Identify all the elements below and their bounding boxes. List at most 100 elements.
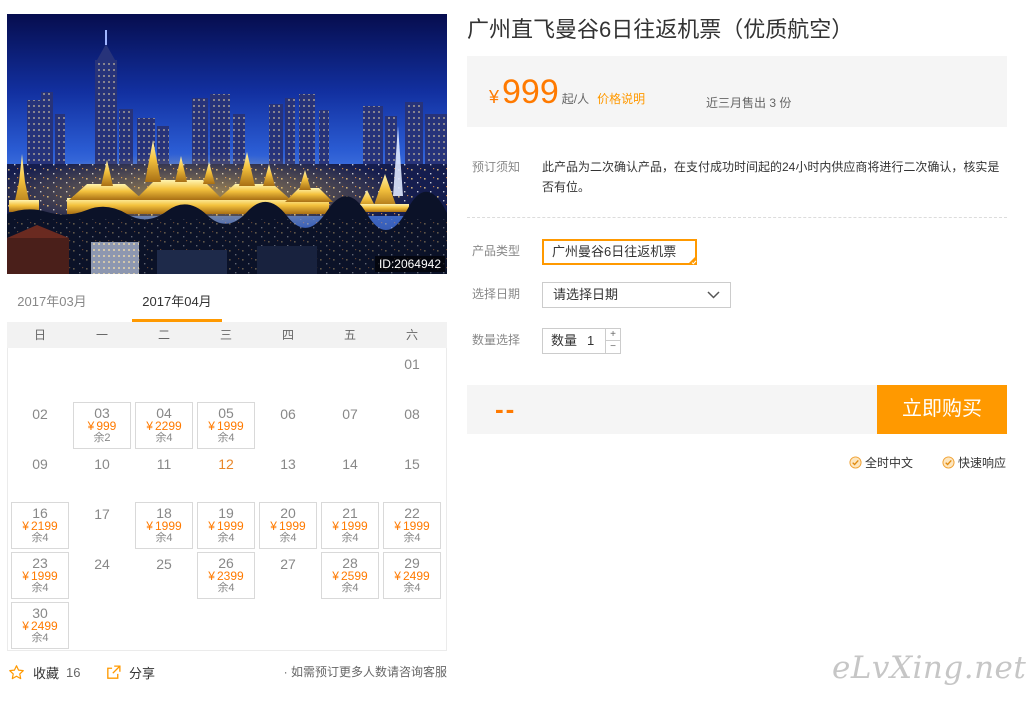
quantity-stepper[interactable]: 数量 1 + − [542,328,621,354]
month-tab[interactable]: 2017年04月 [132,290,222,322]
guarantee-label: 快速响应 [958,455,1007,470]
weekday-label: 三 [219,328,232,342]
photo-id-label: ID:2064942 [374,256,445,272]
product-type-option[interactable]: 广州曼谷6日往返机票 [542,239,697,265]
calendar-price-currency: ¥ [22,619,29,633]
calendar-day-stock: 余4 [341,532,359,544]
calendar-day-cell: 07 [319,400,381,450]
calendar-day-cell[interactable]: 21 ¥1999 余4 [321,502,379,549]
calendar-day-cell: 27 [257,550,319,600]
price-panel: ¥ 999 起/人 价格说明 近三月售出 3 份 [467,56,1007,127]
price-explain-link[interactable]: 价格说明 [597,90,645,107]
calendar-day-cell: 15 [381,450,443,500]
calendar-day-cell[interactable]: 28 ¥2599 余4 [321,552,379,599]
calendar-weekday-header: 日一二三四五六 [7,322,447,348]
calendar-day-stock: 余4 [341,582,359,594]
quantity-decrement-button[interactable]: − [606,341,620,353]
calendar-price-currency: ¥ [208,569,215,583]
price-unit: 起/人 [561,92,590,106]
calendar-empty-cell [381,600,443,650]
calendar-day-cell[interactable]: 20 ¥1999 余4 [259,502,317,549]
star-icon [8,664,25,681]
calendar-day-number: 28 [342,555,358,571]
calendar-day-number: 01 [404,356,420,372]
notice-text: 此产品为二次确认产品，在支付成功时间起的24小时内供应商将进行二次确认，核实是否… [542,160,1000,194]
calendar-day-price: ¥2399 [198,570,254,582]
calendar-day-number: 22 [404,505,420,521]
calendar-day-number: 20 [280,505,296,521]
calendar-day-number: 26 [218,555,234,571]
favorite-button[interactable]: 收藏 16 [8,662,80,682]
section-divider [467,217,1007,218]
calendar-price-currency: ¥ [208,519,215,533]
favorite-label: 收藏 [33,665,60,681]
calendar-day-cell: 13 [257,450,319,500]
calendar-day-cell[interactable]: 18 ¥1999 余4 [135,502,193,549]
calendar-grid: 01 02 03 ¥999 余2 04 ¥2299 余4 05 ¥1999 余4 06 07 08 09 10… [7,348,447,651]
calendar-day-cell: 01 [381,350,443,400]
check-circle-icon [942,455,955,469]
total-price: -- [495,394,517,424]
calendar-day-stock: 余4 [403,532,421,544]
calendar-day-stock: 余4 [217,432,235,444]
price-amount: 999 [502,73,559,111]
calendar-empty-cell [257,350,319,400]
calendar-day-cell[interactable]: 22 ¥1999 余4 [383,502,441,549]
calendar-price-amount: 1999 [216,519,244,533]
calendar-day-number: 27 [280,556,296,572]
calendar-day-stock: 余4 [31,582,49,594]
calendar-day-cell[interactable]: 19 ¥1999 余4 [197,502,255,549]
calendar-day-price: ¥2199 [12,520,68,532]
quantity-value[interactable]: 1 [587,329,594,353]
calendar-day-number: 29 [404,555,420,571]
calendar-day-cell[interactable]: 23 ¥1999 余4 [11,552,69,599]
calendar-empty-cell [133,350,195,400]
calendar-day-number: 17 [94,506,110,522]
share-label: 分享 [129,665,156,681]
month-tab[interactable]: 2017年03月 [7,290,97,322]
calendar-empty-cell [257,600,319,650]
quantity-increment-button[interactable]: + [606,329,620,341]
guarantee-item: 快速响应 [942,453,1006,471]
calendar-day-cell[interactable]: 03 ¥999 余2 [73,402,131,449]
calendar-price-currency: ¥ [146,519,153,533]
product-type-label: 产品类型 [472,244,521,258]
calendar-day-number: 30 [32,605,48,621]
calendar-day-price: ¥1999 [136,520,192,532]
buy-now-button[interactable]: 立即购买 [877,385,1007,434]
calendar-price-amount: 1999 [402,519,430,533]
weekday-label: 五 [343,328,356,342]
calendar-day-cell[interactable]: 04 ¥2299 余4 [135,402,193,449]
group-booking-note: · 如需预订更多人数请咨询客服 [283,665,447,679]
calendar-day-price: ¥1999 [384,520,440,532]
calendar-day-cell[interactable]: 26 ¥2399 余4 [197,552,255,599]
calendar-day-cell[interactable]: 30 ¥2499 余4 [11,602,69,649]
guarantee-label: 全时中文 [865,455,914,470]
chevron-down-icon [707,291,720,299]
calendar-day-price: ¥1999 [198,420,254,432]
price-currency: ¥ [489,87,500,107]
calendar-day-cell: 08 [381,400,443,450]
product-title: 广州直飞曼谷6日往返机票（优质航空） [467,17,854,42]
calendar-day-price: ¥999 [74,420,130,432]
calendar-day-price: ¥2499 [384,570,440,582]
calendar-day-cell[interactable]: 29 ¥2499 余4 [383,552,441,599]
date-select[interactable]: 请选择日期 [542,282,731,308]
calendar-price-currency: ¥ [394,569,401,583]
calendar-day-cell[interactable]: 16 ¥2199 余4 [11,502,69,549]
calendar-price-amount: 2499 [402,569,430,583]
guarantee-item: 全时中文 [849,453,913,471]
calendar-day-stock: 余4 [279,532,297,544]
weekday-label: 二 [157,328,170,342]
calendar-day-stock: 余4 [217,532,235,544]
calendar-price-amount: 999 [96,419,117,433]
calendar-day-cell: 10 [71,450,133,500]
calendar-day-cell[interactable]: 05 ¥1999 余4 [197,402,255,449]
notice-label: 预订须知 [472,160,521,174]
calendar-day-number: 04 [156,405,172,421]
calendar-day-number: 18 [156,505,172,521]
calendar-day-number: 23 [32,555,48,571]
calendar-day-cell: 14 [319,450,381,500]
share-button[interactable]: 分享 [105,662,155,682]
calendar-day-number: 09 [32,456,48,472]
